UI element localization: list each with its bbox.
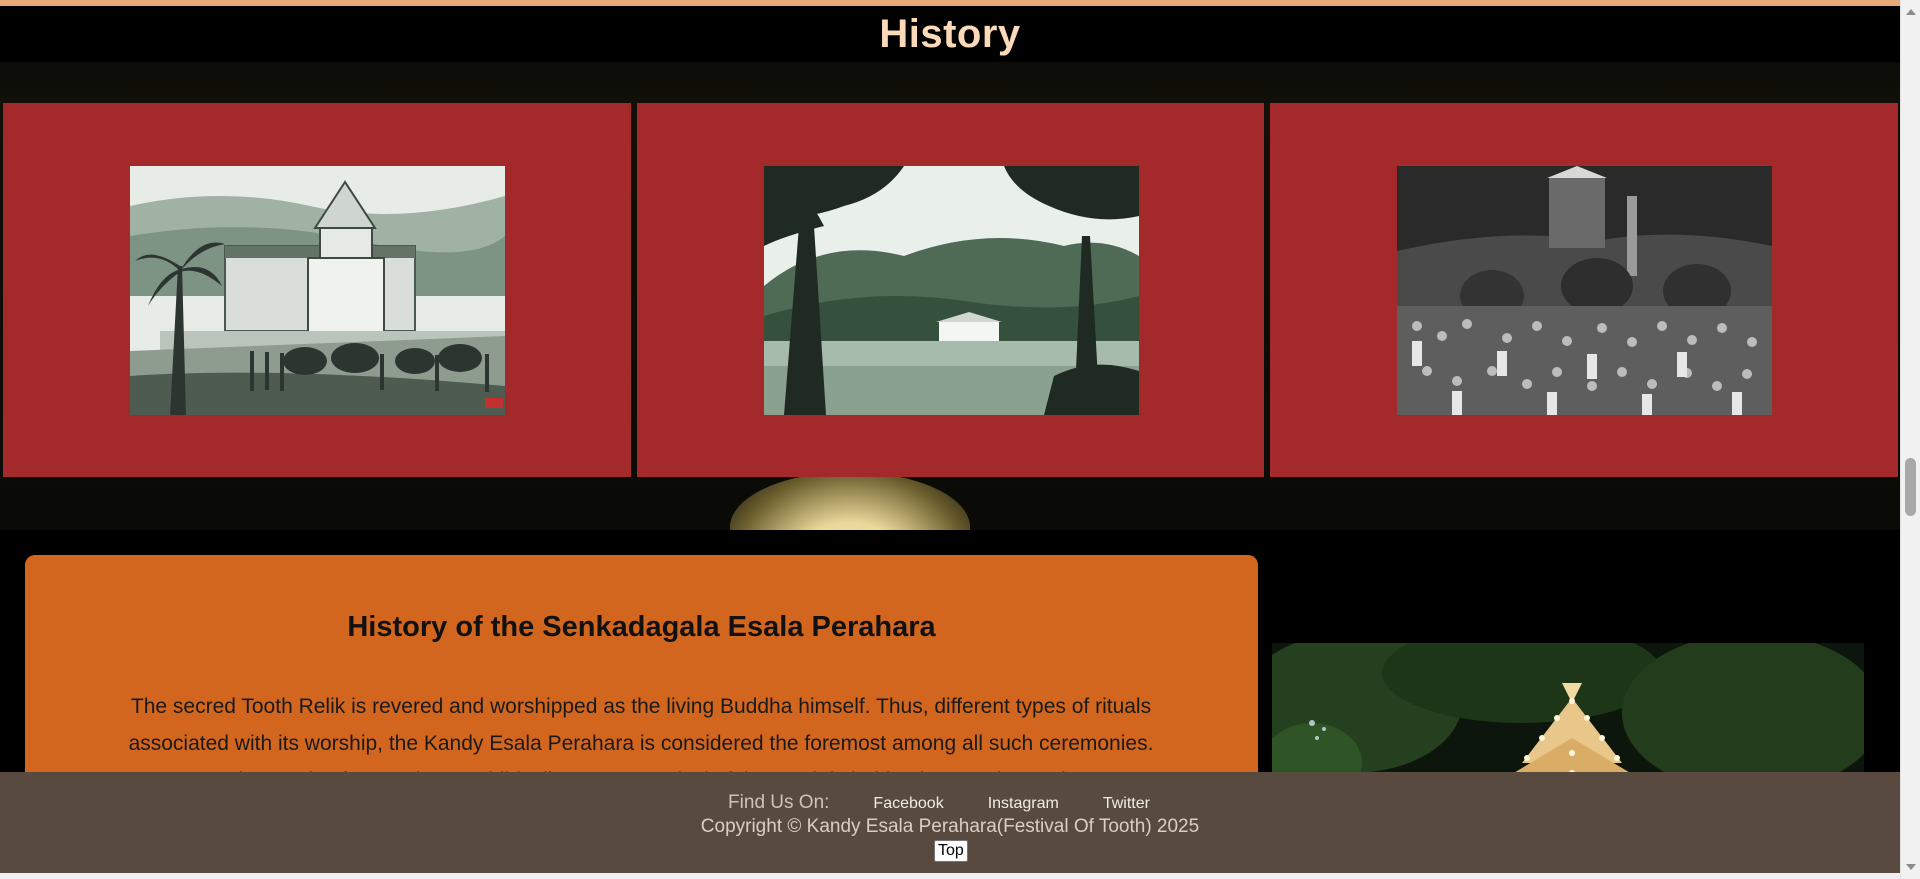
- history-header: History: [0, 6, 1900, 62]
- gallery-card-2: [637, 103, 1264, 477]
- bottom-strip: [0, 873, 1900, 879]
- scroll-down-arrow-icon[interactable]: [1906, 864, 1916, 870]
- back-to-top-button[interactable]: Top: [934, 840, 968, 862]
- footer: Find Us On: Facebook Instagram Twitter C…: [0, 772, 1900, 873]
- lake-view-image: [763, 166, 1139, 415]
- page-title: History: [879, 11, 1021, 56]
- find-us-label: Find Us On:: [728, 792, 830, 813]
- background-glow: [730, 472, 970, 530]
- gallery-card-1: [3, 103, 631, 477]
- gallery-band: [0, 62, 1900, 530]
- page: History History of the Senkadagala Esala…: [0, 0, 1920, 879]
- vertical-scrollbar[interactable]: [1900, 0, 1920, 879]
- facebook-link[interactable]: Facebook: [873, 795, 943, 813]
- gallery-image-lake: [763, 166, 1139, 415]
- scrollbar-thumb[interactable]: [1905, 458, 1916, 516]
- temple-illustration-image: [130, 166, 505, 415]
- gallery-image-perahara: [1397, 166, 1772, 415]
- perahara-crowd-image: [1397, 166, 1772, 415]
- social-row: Find Us On: Facebook Instagram Twitter: [0, 792, 1900, 814]
- scroll-up-arrow-icon[interactable]: [1906, 9, 1916, 15]
- gallery-image-temple: [130, 166, 505, 415]
- twitter-link[interactable]: Twitter: [1103, 795, 1150, 813]
- gallery-card-3: [1270, 103, 1898, 477]
- instagram-link[interactable]: Instagram: [988, 795, 1059, 813]
- copyright-text: Copyright © Kandy Esala Perahara(Festiva…: [700, 816, 1200, 837]
- article-heading: History of the Senkadagala Esala Perahar…: [347, 611, 936, 643]
